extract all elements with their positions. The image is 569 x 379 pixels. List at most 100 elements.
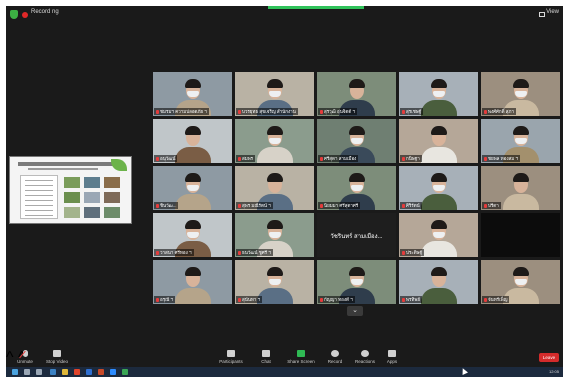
recording-label[interactable]: Record ng (31, 9, 59, 15)
zoom-icon[interactable] (110, 369, 116, 375)
stop-video-button[interactable]: Stop Video (44, 350, 70, 364)
muted-mic-icon (238, 297, 241, 302)
participant-video-tile[interactable]: วาสนา ศรีทอง ฯ (153, 213, 232, 257)
muted-mic-icon (238, 156, 241, 161)
participant-video-tile[interactable]: สมพร (235, 119, 314, 163)
participant-video-tile[interactable]: สุนันทา ฯ (235, 260, 314, 304)
participant-name-text: อรุณี ฯ (160, 297, 174, 302)
reactions-button[interactable]: Reactions (352, 350, 378, 364)
participant-name-label: นิยมมา ศรีสุดาศรี (318, 202, 361, 209)
slide-document-image (20, 175, 58, 219)
grid-view-icon[interactable] (539, 12, 545, 17)
participant-video-tile[interactable]: สุรวุฒิ อุ่นจิตต์ ฯ (317, 72, 396, 116)
participant-name-label: พรทิพย์ (400, 296, 422, 303)
person-hair (430, 126, 447, 135)
participant-name-center: วัชรินทร์ สามเมือง... (330, 234, 383, 240)
audio-options-caret[interactable]: ^ (6, 349, 14, 366)
participant-video-tile[interactable]: พรทิพย์ (399, 260, 478, 304)
participant-name-text: พงศ์ศักดิ์ สุภา (488, 109, 515, 114)
person-body (420, 147, 457, 163)
participant-name-label: อนุวัฒน์ (154, 155, 178, 162)
face-mask (432, 91, 445, 97)
participant-video-tile[interactable]: กนิษฐา (399, 119, 478, 163)
face-mask (186, 91, 199, 97)
participant-video-tile[interactable]: ศรีสุดา สามเมือง (317, 119, 396, 163)
word-icon[interactable] (86, 369, 92, 375)
share-screen-button[interactable]: Share Screen (286, 350, 316, 364)
smiley-icon (361, 350, 369, 357)
participants-button[interactable]: 30 Participants (216, 350, 246, 364)
participant-video-tile[interactable]: อรุณี ฯ (153, 260, 232, 304)
muted-mic-icon (484, 109, 487, 114)
slide-photo (64, 207, 80, 218)
participant-video-tile[interactable]: สุรเชษฐ์ (399, 72, 478, 116)
muted-mic-icon (238, 203, 241, 208)
view-button[interactable]: View (546, 9, 559, 15)
participant-name-text: สุรวุฒิ อุ่นจิตต์ ฯ (324, 109, 356, 114)
participant-video-tile[interactable]: บวรยุทธ สุขเจริญ สำนักงาน (235, 72, 314, 116)
meeting-top-bar: Record ng View (6, 6, 563, 24)
participant-video-tile[interactable]: กัญญา ทองดี ฯ (317, 260, 396, 304)
participant-video-tile[interactable]: จันทร์เพ็ญ (481, 260, 560, 304)
gallery-page-down-button[interactable]: ⌄ (347, 306, 363, 316)
face-mask (268, 91, 281, 97)
participant-name-label: ชมรมฯ ความปลอดภัย ฯ (154, 108, 209, 115)
participant-video-tile[interactable]: ชมรมฯ ความปลอดภัย ฯ (153, 72, 232, 116)
file-explorer-icon[interactable] (62, 369, 68, 375)
face-mask (268, 232, 281, 238)
person-hair (348, 173, 365, 182)
shield-icon[interactable] (10, 10, 18, 19)
person-hair (512, 79, 529, 88)
share-screen-icon (297, 350, 305, 357)
line-icon[interactable] (122, 369, 128, 375)
chat-button[interactable]: Chat (256, 350, 276, 364)
slide-title-bar (18, 162, 114, 166)
chrome-icon[interactable] (74, 369, 80, 375)
person-body (174, 147, 211, 163)
participant-name-text: ปรีดา (488, 203, 499, 208)
shared-screen-thumbnail[interactable] (9, 156, 132, 224)
search-icon[interactable] (24, 369, 30, 375)
apps-button[interactable]: Apps (382, 350, 402, 364)
leave-button[interactable]: Leave (539, 353, 559, 362)
participant-name-text: กัญญา ทองดี ฯ (324, 297, 353, 302)
participant-video-tile[interactable]: วัชรินทร์ สามเมือง... (317, 213, 396, 257)
edge-icon[interactable] (50, 369, 56, 375)
participant-name-text: ชินวัฒ... (160, 203, 177, 208)
participant-name-text: ธนวัฒน์ ชูศรี ฯ (242, 250, 271, 255)
participant-video-tile[interactable]: ประดิษฐ์ (399, 213, 478, 257)
participant-video-tile[interactable]: อนุวัฒน์ (153, 119, 232, 163)
muted-mic-icon (156, 250, 159, 255)
participant-name-label: จันทร์เพ็ญ (482, 296, 510, 303)
person-hair (430, 173, 447, 182)
person-hair (184, 79, 201, 88)
person-body (174, 288, 211, 304)
participant-video-tile[interactable] (481, 213, 560, 257)
participant-name-label: กนิษฐา (400, 155, 422, 162)
participant-video-tile[interactable]: ชินวัฒ... (153, 166, 232, 210)
participant-video-tile[interactable]: นิยมมา ศรีสุดาศรี (317, 166, 396, 210)
muted-mic-icon (320, 156, 323, 161)
muted-mic-icon (402, 203, 405, 208)
powerpoint-icon[interactable] (98, 369, 104, 375)
person-hair (430, 220, 447, 229)
participant-video-tile[interactable]: พงศ์ศักดิ์ สุภา (481, 72, 560, 116)
participant-name-text: สุพร มณีรัตน์ ฯ (242, 203, 271, 208)
participant-video-tile[interactable]: ปรีดา (481, 166, 560, 210)
record-button[interactable]: Record (324, 350, 346, 364)
slide-photo (84, 192, 100, 203)
face-mask (268, 138, 281, 144)
participant-video-tile[interactable]: ชยพล ทองสม ฯ (481, 119, 560, 163)
participant-video-tile[interactable]: สุพร มณีรัตน์ ฯ (235, 166, 314, 210)
start-icon[interactable] (12, 369, 18, 375)
person-hair (266, 267, 283, 276)
slide-photo (84, 177, 100, 188)
participant-name-text: ศรีสุดา สามเมือง (324, 156, 357, 161)
participant-video-tile[interactable]: ธนวัฒน์ ชูศรี ฯ (235, 213, 314, 257)
unmute-button[interactable]: Unmute (14, 350, 36, 364)
participant-name-label: ประดิษฐ์ (400, 249, 425, 256)
task-view-icon[interactable] (36, 369, 42, 375)
face-mask (350, 138, 363, 144)
participant-video-tile[interactable]: ศิริรัตน์ (399, 166, 478, 210)
person-hair (348, 126, 365, 135)
